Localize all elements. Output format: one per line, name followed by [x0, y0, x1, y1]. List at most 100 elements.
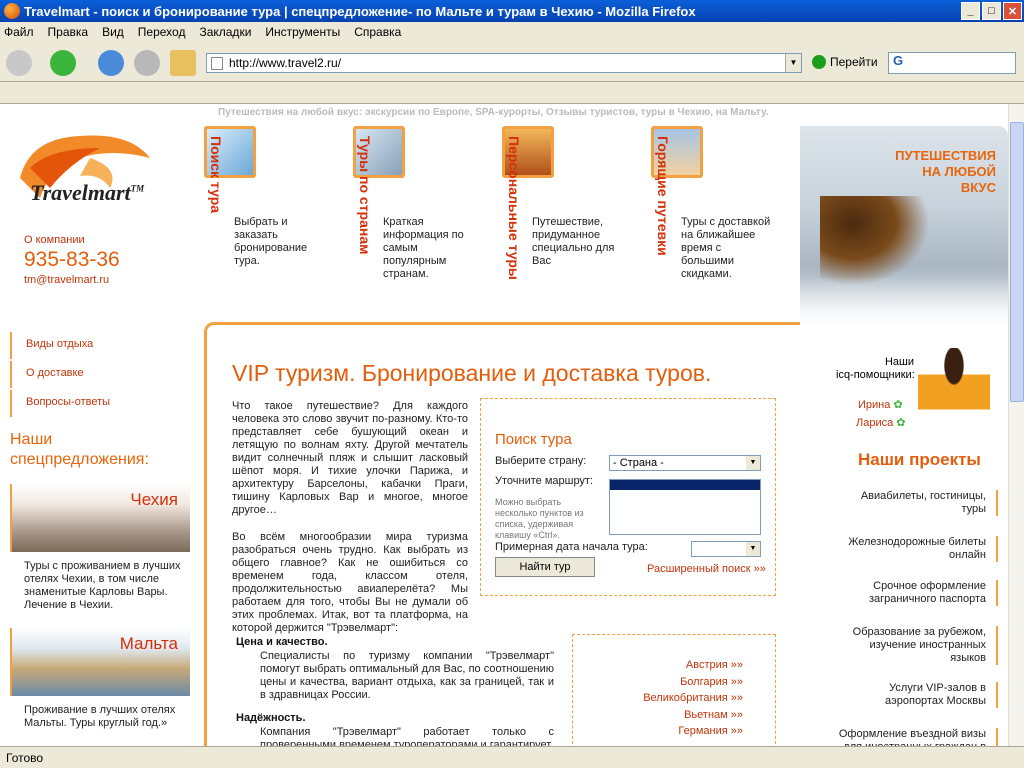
country-links: Австрия »» Болгария »» Великобритания »»… [572, 634, 776, 746]
feature-tour-search[interactable]: Поиск тура Выбрать и заказать бронирован… [204, 126, 354, 326]
feature-title[interactable]: Персональные туры [506, 136, 522, 280]
country-link[interactable]: Германия »» [573, 723, 775, 740]
status-bar: Готово [0, 746, 1024, 768]
section-reliability-text: Компания "Трэвелмарт" работает только с … [260, 726, 554, 746]
window-controls: _ □ ✕ [961, 2, 1022, 20]
go-label: Перейти [830, 55, 878, 69]
nav-vacation-types[interactable]: Виды отдыха [10, 332, 110, 359]
search-engine-icon: G [893, 53, 904, 68]
icq-flower-icon: ✿ [896, 417, 906, 429]
route-selected-item[interactable] [610, 480, 760, 490]
find-tour-button[interactable]: Найти тур [495, 557, 595, 577]
window-titlebar: Travelmart - поиск и бронирование тура |… [0, 0, 1024, 22]
bookmarks-toolbar [0, 82, 1024, 104]
menu-bar: Файл Правка Вид Переход Закладки Инструм… [0, 22, 1024, 42]
feature-hot-deals[interactable]: Горящие путевки Туры с доставкой на ближ… [651, 126, 801, 326]
wakeboarder-image [820, 196, 930, 286]
country-link[interactable]: Великобритания »» [573, 690, 775, 707]
icq-agent-irina[interactable]: Ирина ✿ [858, 398, 903, 411]
date-select[interactable]: ▼ [691, 541, 761, 557]
chevron-down-icon: ▼ [746, 542, 760, 556]
country-link[interactable]: Австрия »» [573, 657, 775, 674]
minimize-icon[interactable]: _ [961, 2, 980, 20]
go-button[interactable]: Перейти [812, 55, 878, 69]
chevron-down-icon: ▼ [746, 456, 760, 470]
menu-view[interactable]: Вид [102, 25, 124, 39]
icq-label-2: icq-помощники: [836, 369, 915, 381]
feature-desc: Туры с доставкой на ближайшее время с бо… [681, 216, 771, 280]
offer-name[interactable]: Чехия [130, 490, 178, 510]
firefox-logo-icon [4, 3, 20, 19]
search-title: Поиск тура [495, 431, 572, 448]
feature-title[interactable]: Горящие путевки [655, 136, 671, 256]
page-icon [211, 57, 223, 70]
window-title: Travelmart - поиск и бронирование тура |… [24, 3, 696, 19]
projects-heading: Наши проекты [858, 450, 981, 469]
tour-search-form: Поиск тура Выберите страну: - Страна - ▼ … [480, 398, 776, 596]
stop-icon[interactable] [134, 50, 160, 76]
section-price-title: Цена и качество. [236, 636, 328, 648]
hero-slogan: ПУТЕШЕСТВИЯ НА ЛЮБОЙ ВКУС [895, 148, 996, 195]
logo-text: TravelmartTM [30, 180, 145, 205]
maximize-icon[interactable]: □ [982, 2, 1001, 20]
route-list[interactable] [609, 479, 761, 535]
helper-woman-image [918, 348, 990, 436]
country-link[interactable]: Вьетнам »» [573, 707, 775, 724]
left-nav: Виды отдыха О доставке Вопросы-ответы [10, 332, 110, 419]
date-label: Примерная дата начала тура: [495, 541, 648, 553]
water-spray [800, 276, 1008, 326]
feature-desc: Краткая информация по самым популярным с… [383, 216, 464, 280]
icq-flower-icon: ✿ [893, 399, 903, 411]
email-link[interactable]: tm@travelmart.ru [24, 274, 109, 286]
specials-heading: Наши спецпредложения: [10, 431, 149, 468]
search-box[interactable]: G [888, 52, 1016, 74]
project-link[interactable]: Срочное оформление заграничного паспорта [838, 580, 998, 606]
country-select[interactable]: - Страна - ▼ [609, 455, 761, 471]
scrollbar-thumb[interactable] [1010, 122, 1024, 402]
menu-help[interactable]: Справка [354, 25, 401, 39]
feature-title[interactable]: Туры по странам [357, 136, 373, 255]
feature-countries[interactable]: Туры по странам Краткая информация по са… [353, 126, 503, 326]
hero-banner[interactable]: ПУТЕШЕСТВИЯ НА ЛЮБОЙ ВКУС [800, 126, 1008, 326]
page-content: Путешествия на любой вкус: экскурсии по … [0, 104, 1008, 746]
project-link[interactable]: Услуги VIP-залов в аэропортах Москвы [838, 682, 998, 708]
project-link[interactable]: Образование за рубежом, изучение иностра… [838, 626, 998, 665]
country-label: Выберите страну: [495, 455, 587, 467]
nav-delivery[interactable]: О доставке [10, 361, 110, 388]
country-link[interactable]: Болгария »» [573, 674, 775, 691]
feature-desc: Путешествие, придуманное специально для … [532, 216, 615, 267]
vertical-scrollbar[interactable] [1008, 104, 1024, 746]
company-link[interactable]: О компании [24, 234, 85, 246]
address-bar[interactable]: http://www.travel2.ru/ ▼ [206, 53, 802, 73]
reload-icon[interactable] [98, 50, 124, 76]
address-dropdown-icon[interactable]: ▼ [785, 54, 801, 72]
menu-bookmarks[interactable]: Закладки [199, 25, 251, 39]
menu-go[interactable]: Переход [138, 25, 186, 39]
project-link[interactable]: Авиабилеты, гостиницы, туры [838, 490, 998, 516]
icq-helpers: Наши icq-помощники: Ирина ✿ Лариса ✿ [822, 348, 1002, 438]
go-arrow-icon [812, 55, 826, 69]
advanced-search-link[interactable]: Расширенный поиск »» [647, 563, 766, 575]
nav-faq[interactable]: Вопросы-ответы [10, 390, 110, 417]
icq-label: Наши [884, 356, 914, 368]
menu-file[interactable]: Файл [4, 25, 34, 39]
offer-text: Проживание в лучших отелях Мальты. Туры … [24, 704, 176, 729]
menu-edit[interactable]: Правка [48, 25, 89, 39]
menu-tools[interactable]: Инструменты [265, 25, 340, 39]
feature-personal-tours[interactable]: Персональные туры Путешествие, придуманн… [502, 126, 652, 326]
section-reliability-title: Надёжность. [236, 712, 306, 724]
feature-title[interactable]: Поиск тура [208, 136, 224, 213]
route-label: Уточните маршрут: [495, 475, 594, 487]
site-tagline[interactable]: Путешествия на любой вкус: экскурсии по … [218, 107, 768, 118]
close-icon[interactable]: ✕ [1003, 2, 1022, 20]
icq-agent-larisa[interactable]: Лариса ✿ [856, 416, 906, 429]
feature-desc: Выбрать и заказать бронирование тура. [234, 216, 308, 267]
back-arrow-icon[interactable] [6, 50, 32, 76]
offer-text: Туры с проживанием в лучших отелях Чехии… [24, 560, 181, 611]
project-link[interactable]: Железнодорожные билеты онлайн [838, 536, 998, 562]
intro-text: Что такое путешествие? Для каждого челов… [232, 400, 468, 634]
offer-name[interactable]: Мальта [120, 634, 178, 654]
home-icon[interactable] [170, 50, 196, 76]
forward-arrow-icon[interactable] [50, 50, 76, 76]
project-link[interactable]: Оформление въездной визы для иностранных… [838, 728, 998, 746]
